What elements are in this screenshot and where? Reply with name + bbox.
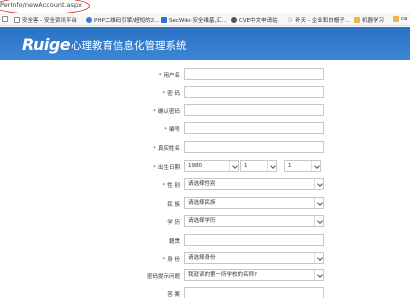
identity-select[interactable]: 请选择身份 [184,252,324,264]
security-question-select[interactable]: 我就读的第一所学校的名称? [184,269,324,281]
id-input[interactable] [184,122,324,134]
birth-year-select[interactable]: 1980 [184,160,239,172]
bookmark-label: SecWiki-安全维基,汇... [169,18,227,24]
birthdate-label: 出生日期 [157,165,180,171]
username-row: * 用户名 [0,68,410,82]
address-bar[interactable]: PerInfo/newAccount.aspx [0,0,410,15]
star-icon: ☆ [287,16,294,24]
gender-row: * 性 别 请选择性别 [0,178,410,192]
bookmark-label: ca [401,16,408,22]
education-row: 学 历 请选择学历 [0,215,410,229]
birth-day-select[interactable]: 1 [284,160,321,172]
bookmark-label: 机器学习 [362,18,385,24]
required-mark: * [162,183,166,189]
realname-label: 真实姓名 [157,146,180,152]
bookmark-item[interactable]: ca [393,16,407,22]
security-question-value: 我就读的第一所学校的名称? [188,272,257,278]
bookmark-item[interactable]: 安全客 - 安全资讯平台 [14,16,77,24]
bookmark-item[interactable]: ☆ 补天 - 企业和白帽子... [287,16,351,25]
chevron-down-icon [314,179,323,189]
realname-input[interactable] [184,141,324,153]
security-question-label: 密码提示问题 [146,274,180,280]
page-icon [14,17,20,23]
security-question-row: 密码提示问题 我就读的第一所学校的名称? [0,269,410,283]
confirm-password-input[interactable] [184,104,324,116]
page-icon [2,16,8,22]
bookmark-label: CVE中文申请站 [239,18,278,24]
birth-year-value: 1980 [188,163,202,169]
education-label: 学 历 [167,220,180,226]
birth-month-value: 1 [244,163,248,169]
pin-icon [161,17,167,23]
chevron-down-icon [314,216,323,226]
gender-value: 请选择性别 [188,181,216,187]
ethnicity-label: 民 族 [167,202,180,208]
identity-label: 身 份 [167,257,180,263]
chevron-down-icon [314,270,323,280]
password-input[interactable] [184,86,324,98]
bookmark-item[interactable]: SecWiki-安全维基,汇... [161,16,227,24]
birthdate-row: * 出生日期 1980 1 1 [0,160,410,174]
id-row: * 编号 [0,122,410,136]
bookmark-label: 安全客 - 安全资讯平台 [22,18,77,24]
answer-input[interactable] [184,287,324,298]
chevron-down-icon [267,161,276,171]
folder-icon [354,17,360,23]
identity-value: 请选择身份 [188,255,216,261]
required-mark: * [162,257,166,263]
password-label: 密 码 [167,91,180,97]
bookmarks-bar: 安全客 - 安全资讯平台 PHP二维码引擎/超短的2... SecWiki-安全… [0,13,410,26]
confirm-password-label: 确认密码 [157,109,180,115]
gender-select[interactable]: 请选择性别 [184,178,324,190]
required-mark: * [153,146,156,152]
gender-label: 性 别 [167,183,180,189]
answer-row: 答 案 [0,287,410,298]
chevron-down-icon [314,253,323,263]
bookmark-label: PHP二维码引擎/超短的2... [94,18,160,24]
id-label: 编号 [168,127,180,133]
required-mark: * [164,127,167,133]
username-input[interactable] [184,68,324,80]
blue-globe-icon [86,17,92,23]
bookmark-item[interactable]: 机器学习 [354,16,384,24]
required-mark: * [153,109,156,115]
answer-label: 答 案 [167,292,180,298]
birth-month-select[interactable]: 1 [240,160,277,172]
identity-row: * 身 份 请选择身份 [0,252,410,266]
bookmark-item[interactable]: PHP二维码引擎/超短的2... [86,16,159,24]
ethnicity-row: 民 族 请选择民族 [0,197,410,211]
password-row: * 密 码 [0,86,410,100]
confirm-password-row: * 确认密码 [0,104,410,118]
ethnicity-select[interactable]: 请选择民族 [184,197,324,209]
bookmark-item[interactable]: CVE中文申请站 [231,16,278,24]
realname-row: * 真实姓名 [0,141,410,155]
chevron-down-icon [229,161,238,171]
chevron-down-icon [311,161,320,171]
folder-icon [393,16,399,22]
header-banner: Ruige 心理教育信息化管理系统 [0,27,410,60]
globe-icon [231,17,237,23]
bookmark-label: 补天 - 企业和白帽子... [295,18,351,24]
required-mark: * [153,165,156,171]
education-select[interactable]: 请选择学历 [184,215,324,227]
education-value: 请选择学历 [188,218,216,224]
occupation-label: 籍贯 [168,239,180,245]
required-mark: * [162,91,166,97]
username-label: 用户名 [163,73,180,79]
system-title: 心理教育信息化管理系统 [71,40,187,52]
logo: Ruige [22,35,71,54]
ethnicity-value: 请选择民族 [188,200,216,206]
chevron-down-icon [314,198,323,208]
occupation-row: 籍贯 [0,234,410,248]
occupation-input[interactable] [184,234,324,246]
bookmark-item[interactable] [2,16,10,22]
birth-day-value: 1 [288,163,292,169]
required-mark: * [158,73,162,79]
